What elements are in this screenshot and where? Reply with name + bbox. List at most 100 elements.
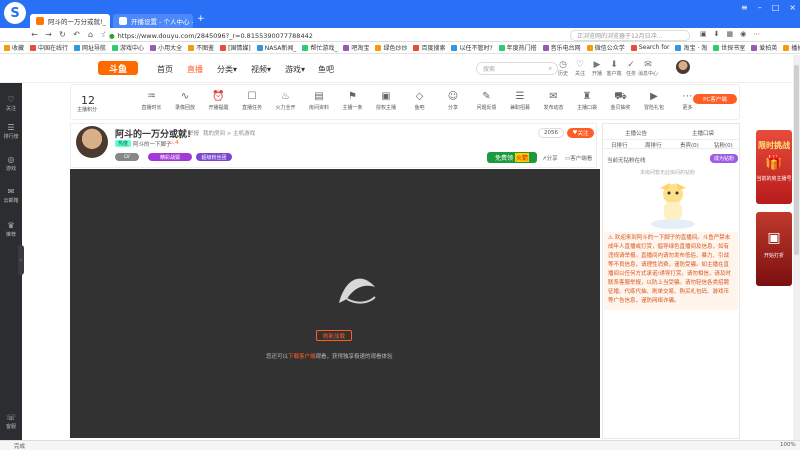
level-badge[interactable]: LV: [115, 153, 139, 161]
category-item[interactable]: ⏰ 开播提醒: [205, 90, 233, 111]
category-item[interactable]: 主播积分: [73, 106, 101, 113]
category-item[interactable]: ☺ 分享: [439, 90, 467, 111]
download-icon[interactable]: ⬇: [714, 30, 720, 38]
super-fan-badge[interactable]: 超级粉丝团: [196, 153, 232, 161]
sidebar-item-heart[interactable]: ♡ 关注: [0, 95, 22, 112]
address-bar[interactable]: ● https://www.douyu.com/2845096?_r=0.815…: [105, 30, 525, 41]
report-link[interactable]: 举报: [188, 129, 199, 137]
client-watch-button[interactable]: ▭客户端看: [565, 154, 592, 162]
search-icon[interactable]: ⌕: [549, 65, 552, 73]
close-window-icon[interactable]: ×: [789, 3, 796, 12]
nav-yuba[interactable]: 鱼吧: [318, 64, 334, 75]
minimize-icon[interactable]: –: [758, 3, 762, 12]
tab-daily-rank[interactable]: 日排行: [611, 141, 628, 149]
sidebar-item-game[interactable]: ◎ 游戏: [0, 155, 22, 172]
history-back-icon[interactable]: ↶: [72, 30, 81, 39]
share-button[interactable]: ⇗分享: [542, 154, 558, 162]
sidebar-item-rank[interactable]: ☰ 排行榜: [0, 123, 22, 140]
nav-game[interactable]: 游戏▾: [285, 64, 305, 75]
category-item[interactable]: ▶ 冒险礼包: [640, 90, 668, 111]
bookmark-item[interactable]: 世探书室: [713, 43, 745, 52]
maximize-icon[interactable]: □: [772, 3, 780, 12]
ad-banner-bottom[interactable]: ▣ 开始打折: [756, 212, 792, 286]
bookmark-item[interactable]: NASA新闻_: [256, 43, 296, 52]
bookmark-item[interactable]: 微信公众学: [586, 43, 625, 52]
category-item[interactable]: ∿ 录像回放: [171, 90, 199, 111]
category-item[interactable]: ◇ 鱼吧: [406, 90, 434, 111]
bookmark-item[interactable]: [国情媒]: [220, 43, 251, 52]
bookmark-item[interactable]: 以任不管时?: [451, 43, 493, 52]
bookmark-item[interactable]: 中国在线行: [30, 43, 68, 52]
browser-search-input[interactable]: 正浏览网的浏览器于12月日冲…: [570, 30, 690, 41]
bookmark-item[interactable]: 淘宝 · 淘: [675, 43, 707, 52]
forward-icon[interactable]: →: [44, 30, 53, 39]
bookmark-item[interactable]: 爱拍英: [751, 43, 777, 52]
sidebar-item-trophy[interactable]: ♛ 推荐: [0, 221, 22, 238]
bookmark-item[interactable]: 播播管: [783, 43, 800, 52]
bookmark-item[interactable]: 百度搜索: [413, 43, 445, 52]
tab-stream[interactable]: 阿斗的一万分或就!_ ×: [30, 14, 110, 28]
extension-icon[interactable]: ▣: [700, 30, 707, 38]
ad-banner-top[interactable]: 限时挑战 🎁 当前的房主播号: [756, 130, 792, 204]
refresh-button[interactable]: 刷新加载: [316, 330, 352, 341]
category-item[interactable]: ⚑ 主播一条: [339, 90, 367, 111]
sidebar-item-mail[interactable]: ✉ 云邮箱: [0, 187, 22, 204]
home-icon[interactable]: ⌂: [86, 30, 95, 39]
category-item[interactable]: ▤ 房间资料: [305, 90, 333, 111]
category-item[interactable]: ▣ 授权主播: [372, 90, 400, 111]
refresh-icon[interactable]: ↻: [58, 30, 67, 39]
more-icon[interactable]: ⋯: [753, 30, 760, 38]
bookmark-item[interactable]: 不图鉴: [188, 43, 214, 52]
tab-weekly-rank[interactable]: 周排行: [645, 141, 662, 149]
free-gift-button[interactable]: 免费领 火箭: [487, 152, 537, 163]
user-icon[interactable]: ◉: [740, 30, 746, 38]
user-avatar[interactable]: [676, 60, 690, 74]
room-category[interactable]: 我的房间 > 主机游戏: [203, 129, 255, 137]
bookmark-item[interactable]: 年度热门搭: [498, 43, 537, 52]
menu-icon[interactable]: ≡: [741, 3, 748, 12]
page-scrollbar[interactable]: [793, 55, 800, 440]
follow-button[interactable]: ♥ 关注: [567, 128, 594, 138]
nav-video[interactable]: 视频▾: [251, 64, 271, 75]
site-search-input[interactable]: 搜索 ⌕: [476, 62, 558, 75]
bookmark-item[interactable]: 吧淘宝: [343, 43, 369, 52]
tab-diamond-fans[interactable]: 钻粉(0): [714, 141, 733, 149]
pc-client-button[interactable]: PC客户端: [693, 94, 737, 104]
video-player[interactable]: [70, 169, 600, 438]
category-item[interactable]: ☰ 兼职招募: [506, 90, 534, 111]
new-tab-button[interactable]: +: [197, 14, 205, 24]
grid-icon[interactable]: ▦: [727, 30, 734, 38]
tab-settings[interactable]: 开播设置 - 个人中心 - 斗 ×: [113, 14, 193, 28]
fan-badge[interactable]: 精彩战狐: [148, 153, 192, 161]
category-item[interactable]: ✉ 发布动态: [540, 90, 568, 111]
bookmark-item[interactable]: 小用大全: [150, 43, 182, 52]
bookmark-item[interactable]: 绿色炒炒: [375, 43, 407, 52]
bookmark-item[interactable]: 帮忙游戏_: [302, 43, 337, 52]
nav-live[interactable]: 直播: [187, 64, 203, 75]
browser-logo-icon[interactable]: S: [4, 2, 26, 24]
tab-announcement[interactable]: 主播公告: [625, 129, 647, 137]
category-item[interactable]: ⛟ 金贝抽奖: [607, 90, 635, 111]
streamer-avatar[interactable]: [76, 126, 108, 158]
header-message-button[interactable]: ✉ 消息中心: [638, 60, 658, 77]
category-item[interactable]: ☐ 直播任务: [238, 90, 266, 111]
sidebar-collapse-handle[interactable]: ›: [18, 245, 24, 275]
tab-vip[interactable]: 贵宾(0): [680, 141, 699, 149]
bookmark-item[interactable]: 网址导航: [74, 43, 106, 52]
scrollbar-thumb[interactable]: [794, 65, 799, 255]
become-fan-button[interactable]: 成为钻粉: [710, 154, 738, 163]
bookmark-item[interactable]: 音乐电台网: [542, 43, 581, 52]
category-item[interactable]: ♒ 直播时长: [138, 90, 166, 111]
category-item[interactable]: ♜ 主播口袋: [573, 90, 601, 111]
bookmark-item[interactable]: Search for: [630, 44, 669, 51]
nav-home[interactable]: 首页: [157, 64, 173, 75]
download-client-link[interactable]: 下载客户端: [288, 354, 316, 360]
douyu-logo[interactable]: 斗鱼: [98, 61, 138, 75]
sidebar-item-service[interactable]: ☏ 客服: [0, 413, 22, 430]
tab-pocket[interactable]: 主播口袋: [692, 129, 714, 137]
bookmark-item[interactable]: 游戏中心: [112, 43, 144, 52]
back-icon[interactable]: ←: [30, 30, 39, 39]
category-item[interactable]: ♨ 火力全开: [272, 90, 300, 111]
zoom-level[interactable]: 100%: [780, 442, 796, 448]
category-item[interactable]: ✎ 问题反馈: [473, 90, 501, 111]
